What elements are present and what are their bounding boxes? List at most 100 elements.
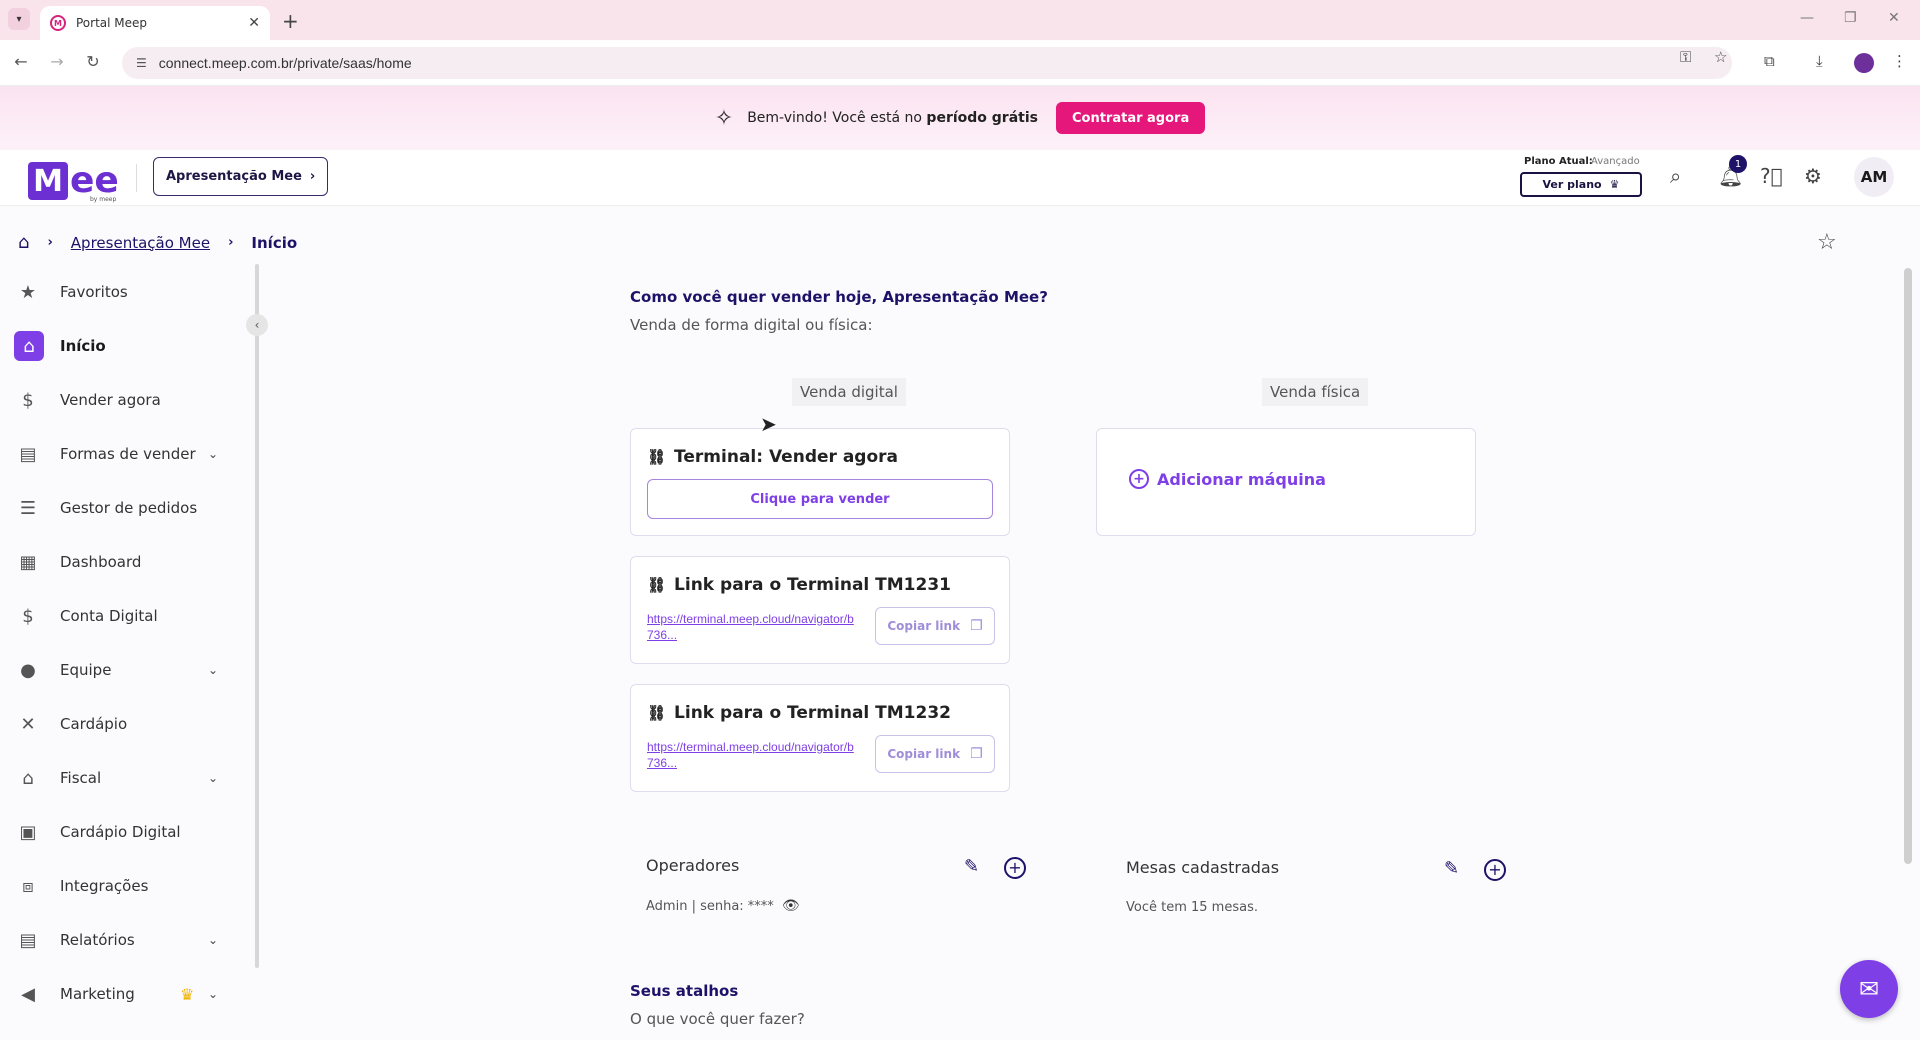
link-card-title: Link para o Terminal TM1232 <box>674 703 951 723</box>
chrome-menu-icon[interactable]: ⋮ <box>1892 52 1907 70</box>
collapse-sidebar-button[interactable]: ‹ <box>246 314 268 336</box>
edit-icon[interactable]: ✎ <box>1444 858 1459 879</box>
sidebar-item-label: Gestor de pedidos <box>60 499 198 517</box>
extensions-icon[interactable]: ⧉ <box>1764 52 1775 70</box>
qr-icon: ▣ <box>19 821 37 843</box>
site-info-icon[interactable]: ☰ <box>136 56 147 70</box>
sidebar-item-marketing[interactable]: ◀ Marketing ♛ ⌄ <box>0 974 250 1014</box>
bookmark-star-icon[interactable]: ☆ <box>1714 48 1727 66</box>
meep-favicon-icon: M <box>50 15 66 31</box>
copy-link-label: Copiar link <box>887 619 961 633</box>
dashboard-icon: ▦ <box>19 551 37 573</box>
sidebar-item-formas-de-vender[interactable]: ▤ Formas de vender ⌄ <box>0 434 250 474</box>
profile-avatar[interactable] <box>1854 53 1874 73</box>
breadcrumb-current: Início <box>251 233 298 252</box>
window-close-icon[interactable]: ✕ <box>1888 10 1900 26</box>
copy-link-button[interactable]: Copiar link ❐ <box>875 735 995 773</box>
mouse-cursor-icon: ➤ <box>760 412 777 436</box>
password-key-icon[interactable]: ⚿ <box>1680 48 1691 66</box>
gear-icon[interactable]: ⚙ <box>1804 164 1822 188</box>
forward-icon[interactable]: → <box>46 52 68 71</box>
contract-now-button[interactable]: Contratar agora <box>1055 102 1206 134</box>
operators-credentials: Admin | senha: **** <box>646 898 774 914</box>
minimize-icon[interactable]: — <box>1800 10 1814 26</box>
star-icon: ★ <box>19 281 37 303</box>
add-machine-button[interactable]: + Adicionar máquina <box>1129 469 1326 489</box>
plan-value: Avançado <box>1591 156 1640 167</box>
add-machine-card[interactable]: + Adicionar máquina <box>1096 428 1476 536</box>
home-icon: ⌂ <box>14 331 44 361</box>
app-header: M ee by meep Apresentação Mee › Plano At… <box>0 150 1920 206</box>
megaphone-icon: ◀ <box>21 983 35 1005</box>
sidebar-item-conta-digital[interactable]: $ Conta Digital <box>0 596 250 636</box>
link-icon: ⛓ <box>647 448 667 466</box>
sidebar-item-gestor-de-pedidos[interactable]: ☰ Gestor de pedidos <box>0 488 250 528</box>
sidebar-item-dashboard[interactable]: ▦ Dashboard <box>0 542 250 582</box>
tab-search-icon[interactable]: ▾ <box>8 8 30 30</box>
crown-icon: ♛ <box>1609 178 1620 191</box>
sidebar-item-cardapio[interactable]: ✕ Cardápio <box>0 704 250 744</box>
dollar-icon: $ <box>22 605 34 627</box>
meep-logo[interactable]: M ee by meep <box>28 156 119 203</box>
chevron-down-icon: ⌄ <box>208 933 219 947</box>
eye-off-icon[interactable]: 👁︎ <box>782 898 800 914</box>
sidebar-item-label: Vender agora <box>60 391 161 409</box>
download-icon[interactable]: ⤓ <box>1816 52 1823 70</box>
breadcrumb: ⌂ › Apresentação Mee › Início <box>18 232 297 253</box>
restore-icon[interactable]: ❐ <box>1844 10 1857 26</box>
sidebar-item-integracoes[interactable]: ⧈ Integrações <box>0 866 250 906</box>
search-icon[interactable]: ⌕ <box>1670 164 1681 188</box>
sidebar-item-relatorios[interactable]: ▤ Relatórios ⌄ <box>0 920 250 960</box>
sidebar-item-favoritos[interactable]: ★ Favoritos <box>0 272 250 312</box>
link-icon: ⛓ <box>647 576 667 594</box>
home-icon[interactable]: ⌂ <box>18 232 29 253</box>
sidebar-item-cardapio-digital[interactable]: ▣ Cardápio Digital <box>0 812 250 852</box>
shortcuts-subtitle: O que você quer fazer? <box>630 1010 805 1028</box>
sidebar-item-label: Fiscal <box>60 769 102 787</box>
address-bar[interactable]: ☰ connect.meep.com.br/private/saas/home <box>122 47 1732 79</box>
sidebar-item-vender-agora[interactable]: $ Vender agora <box>0 380 250 420</box>
card-title: ⛓ Terminal: Vender agora <box>647 447 898 467</box>
breadcrumb-store-link[interactable]: Apresentação Mee <box>71 234 210 252</box>
chat-button[interactable]: ✉ <box>1840 960 1898 1018</box>
sidebar-item-label: Conta Digital <box>60 607 158 625</box>
copy-link-label: Copiar link <box>887 747 961 761</box>
crown-icon: ♛ <box>180 984 195 1004</box>
mail-icon: ✉ <box>1858 975 1880 1003</box>
register-icon: ▤ <box>19 443 37 465</box>
logo-mark: M <box>28 162 68 200</box>
new-tab-icon[interactable]: + <box>282 9 299 33</box>
sidebar-item-equipe[interactable]: ● Equipe ⌄ <box>0 650 250 690</box>
report-icon: ▤ <box>19 929 37 951</box>
copy-icon: ❐ <box>970 746 983 762</box>
close-icon[interactable]: ✕ <box>248 15 260 31</box>
edit-icon[interactable]: ✎ <box>964 856 979 877</box>
help-icon[interactable]: ?⃝ <box>1760 164 1783 188</box>
sidebar-item-fiscal[interactable]: ⌂ Fiscal ⌄ <box>0 758 250 798</box>
physical-sale-label: Venda física <box>1262 378 1369 406</box>
sidebar-item-label: Favoritos <box>60 283 128 301</box>
add-circle-icon[interactable]: + <box>1484 859 1506 881</box>
sidebar: ★ Favoritos ⌂ Início $ Vender agora ▤ Fo… <box>0 268 256 1040</box>
add-circle-icon[interactable]: + <box>1004 857 1026 879</box>
page-subtitle: Venda de forma digital ou física: <box>630 316 873 334</box>
terminal-link[interactable]: https://terminal.meep.cloud/navigator/b7… <box>647 611 857 643</box>
sidebar-item-label: Cardápio Digital <box>60 823 181 841</box>
sidebar-item-inicio[interactable]: ⌂ Início <box>0 326 250 366</box>
terminal-link[interactable]: https://terminal.meep.cloud/navigator/b7… <box>647 739 857 771</box>
view-plan-button[interactable]: Ver plano ♛ <box>1520 172 1642 197</box>
chevron-down-icon: ⌄ <box>208 987 219 1001</box>
browser-tab[interactable]: M Portal Meep ✕ <box>40 6 270 40</box>
store-selector-button[interactable]: Apresentação Mee › <box>153 157 329 196</box>
main-scrollbar[interactable] <box>1904 268 1912 864</box>
back-icon[interactable]: ← <box>10 52 32 71</box>
logo-text: ee <box>70 160 119 201</box>
sidebar-scrollbar[interactable] <box>255 264 259 968</box>
click-to-sell-button[interactable]: Clique para vender <box>647 479 993 519</box>
favorite-star-icon[interactable]: ☆ <box>1817 230 1837 255</box>
user-avatar[interactable]: AM <box>1854 157 1894 197</box>
copy-link-button[interactable]: Copiar link ❐ <box>875 607 995 645</box>
terminal-link-card: ⛓ Link para o Terminal TM1232 https://te… <box>630 684 1010 792</box>
divider <box>136 164 137 192</box>
reload-icon[interactable]: ↻ <box>82 52 104 71</box>
